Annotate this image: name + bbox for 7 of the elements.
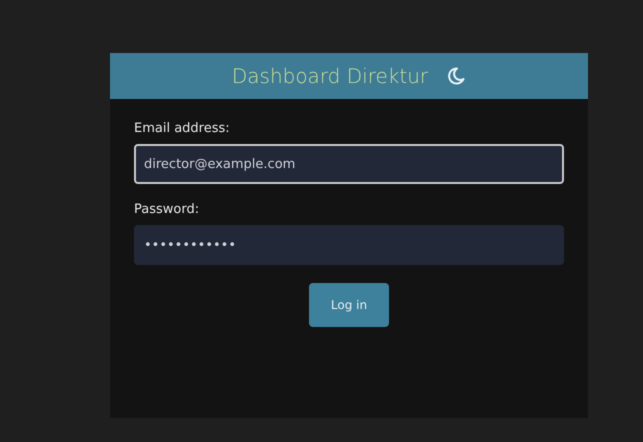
password-field[interactable]: ••••••••••••: [134, 225, 564, 265]
field-label: Password:: [134, 202, 200, 217]
dashboard-title: Dashboard Direktur: [232, 64, 428, 88]
login-button[interactable]: Log in: [309, 283, 389, 327]
moon-icon[interactable]: [446, 66, 466, 86]
field-label: Email address:: [134, 121, 231, 136]
email-field[interactable]: director@example.com: [134, 144, 564, 184]
